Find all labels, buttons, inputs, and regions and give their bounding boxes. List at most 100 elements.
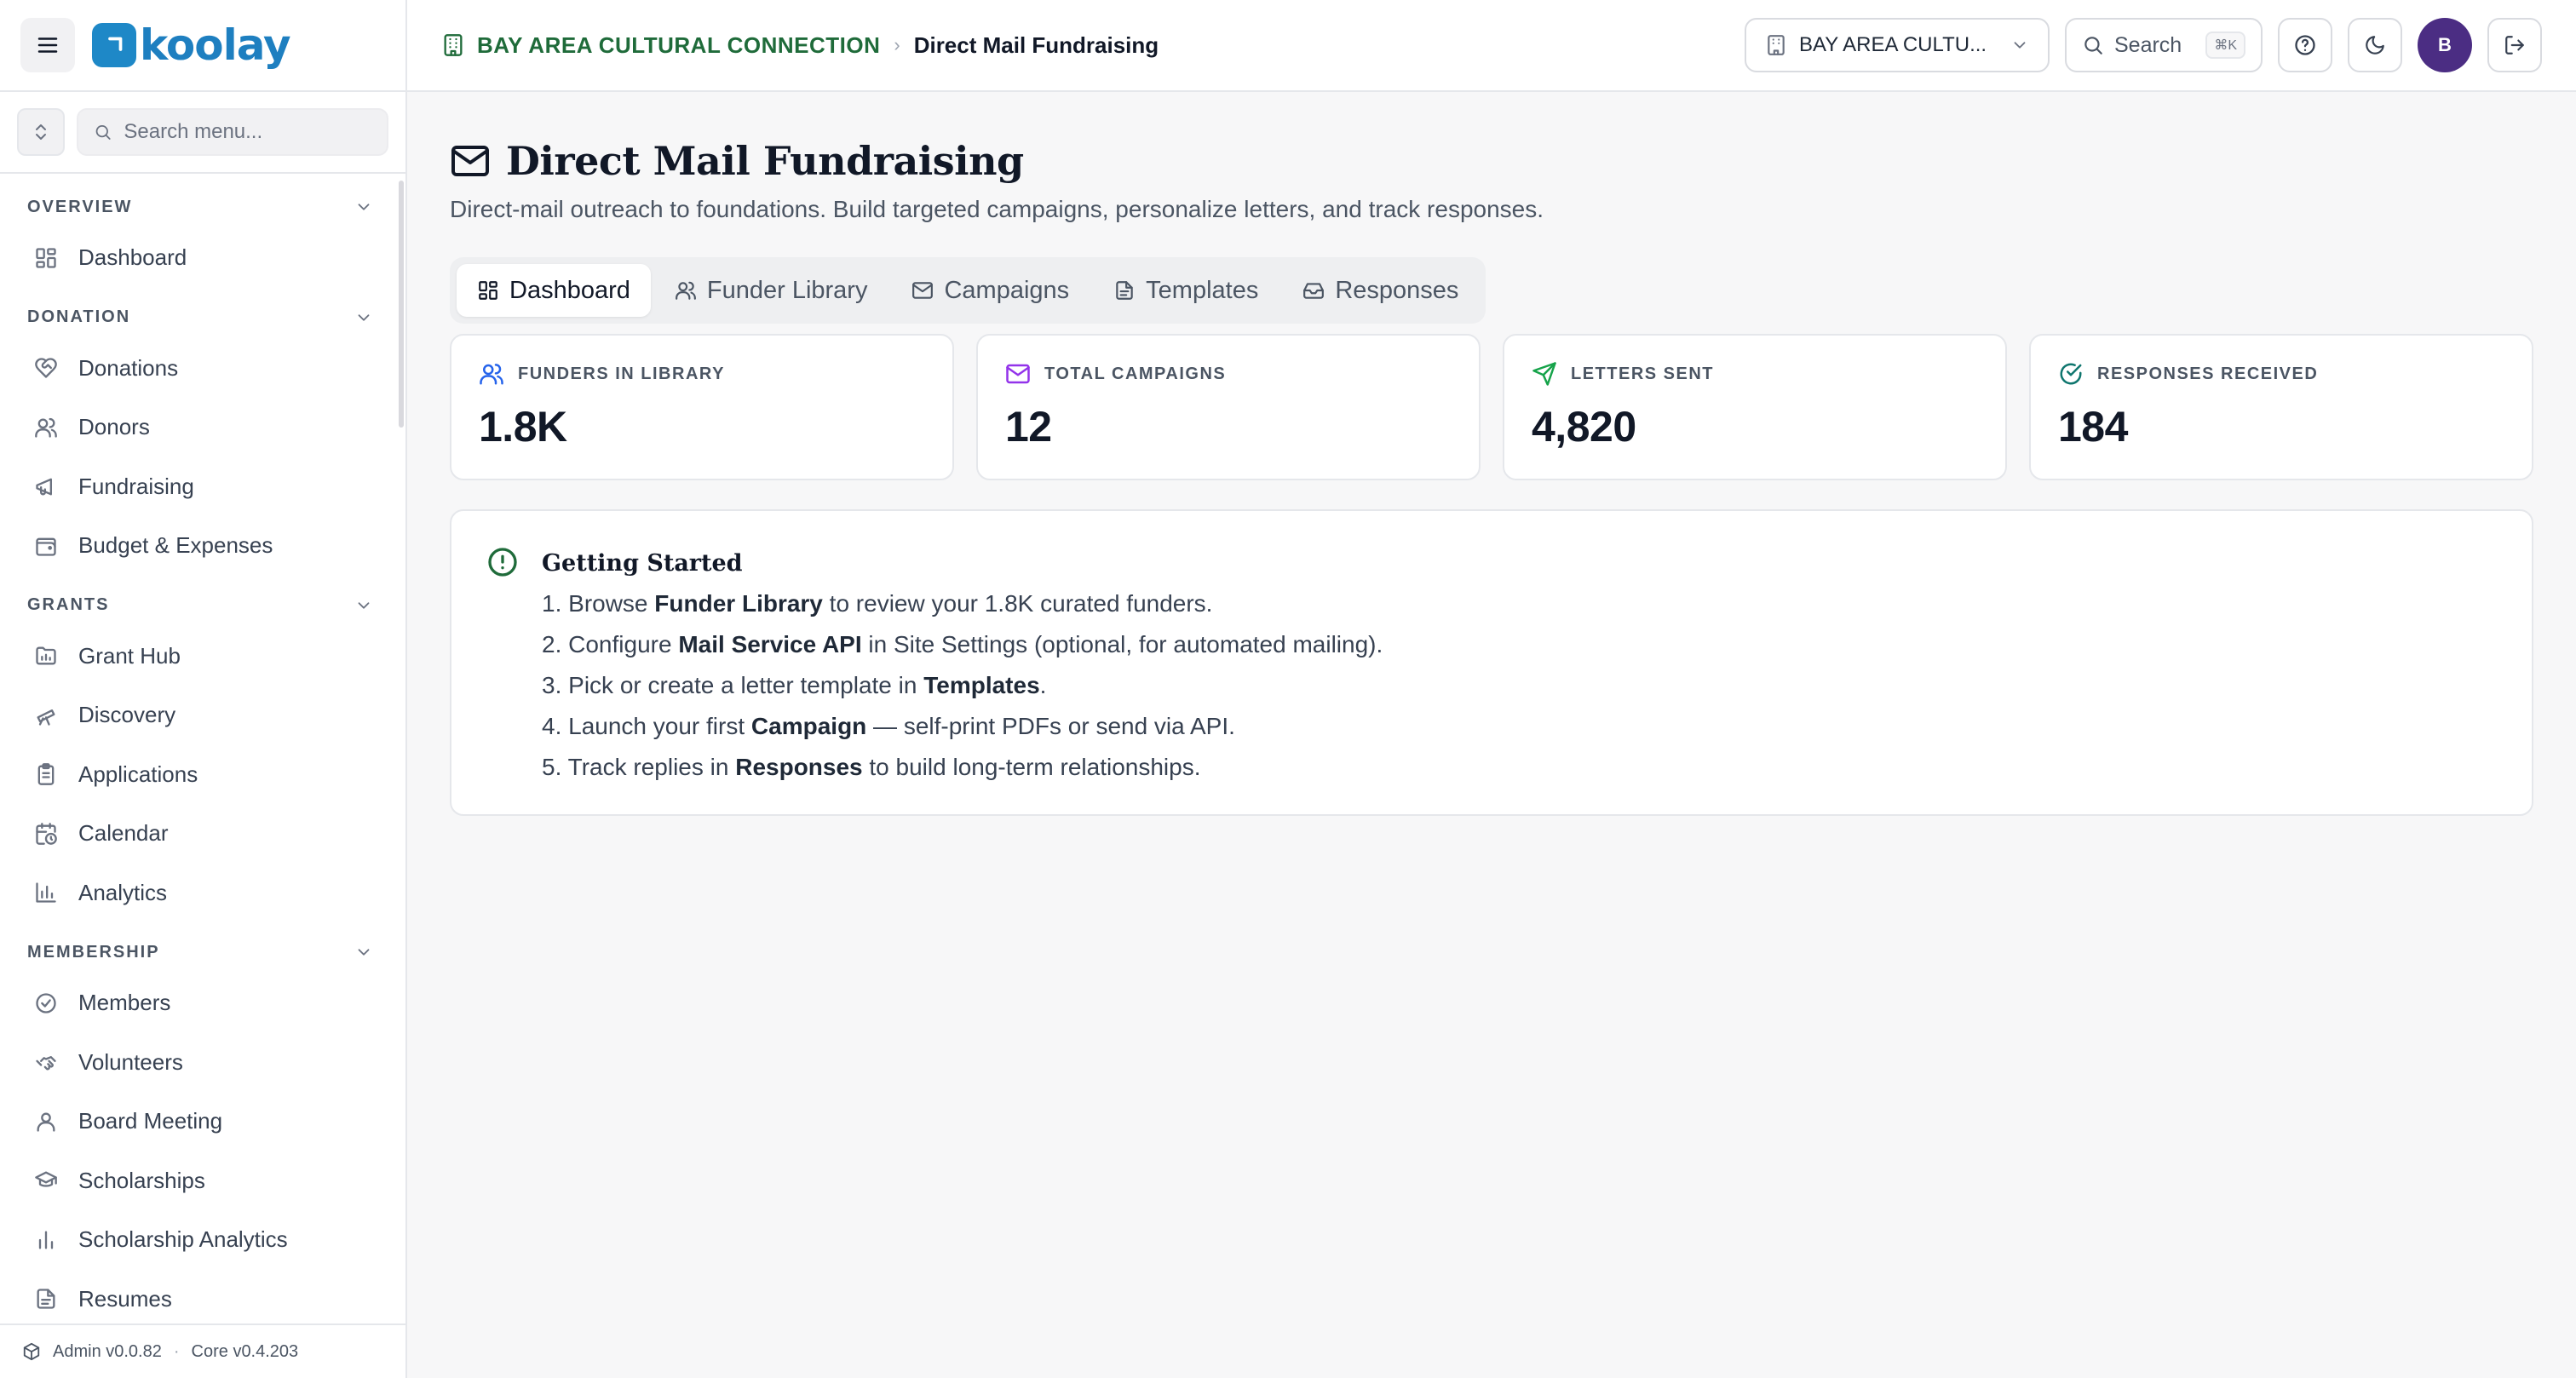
sidebar-item-members[interactable]: Members [0,973,405,1033]
sidebar-item-label: Scholarships [78,1167,205,1193]
sidebar-item-donors[interactable]: Donors [0,398,405,457]
sidebar-item-dashboard[interactable]: Dashboard [0,228,405,288]
sidebar-item-label: Discovery [78,702,176,728]
sidebar-item-fundraising[interactable]: Fundraising [0,457,405,517]
tab-dashboard[interactable]: Dashboard [457,264,651,317]
tab-funder-library[interactable]: Funder Library [654,264,888,317]
users-icon [35,417,57,438]
tab-label: Templates [1146,276,1259,304]
section-title: DONATION [27,307,131,326]
sidebar-item-budget-expenses[interactable]: Budget & Expenses [0,516,405,576]
sidebar-item-label: Dashboard [78,244,187,271]
info-alert-icon [486,545,520,780]
menu-toggle-button[interactable] [20,18,75,72]
sidebar-item-label: Donations [78,354,179,381]
stat-label: TOTAL CAMPAIGNS [1044,364,1227,383]
sidebar-item-scholarships[interactable]: Scholarships [0,1151,405,1211]
tab-templates[interactable]: Templates [1093,264,1279,317]
clipboard-icon [37,763,55,786]
step-link: Funder Library [654,590,823,617]
sidebar-item-volunteers[interactable]: Volunteers [0,1033,405,1093]
chevron-down-icon [358,601,370,609]
moon-icon [2366,36,2384,55]
sidebar-item-applications[interactable]: Applications [0,745,405,805]
search-icon [2084,37,2102,55]
getting-started-title: Getting Started [542,550,743,577]
sidebar-item-board-meeting[interactable]: Board Meeting [0,1092,405,1151]
file-icon [37,1289,55,1309]
breadcrumb-org[interactable]: BAY AREA CULTURAL CONNECTION [441,32,880,59]
folder-chart-icon [36,646,56,665]
stat-label: LETTERS SENT [1571,364,1715,383]
sidebar-item-label: Resumes [78,1285,172,1312]
organization-select-value: BAY AREA CULTU... [1799,33,1987,56]
collapse-sections-button[interactable] [17,108,65,156]
sidebar-item-resumes[interactable]: Resumes [0,1270,405,1329]
sidebar-item-donations[interactable]: Donations [0,339,405,399]
sidebar-scrollbar[interactable] [399,181,404,428]
theme-toggle-button[interactable] [2348,18,2402,72]
stat-value: 4,820 [1532,403,1636,451]
topbar-actions: BAY AREA CULTU... Search ⌘K B [1745,18,2542,72]
sidebar-item-analytics[interactable]: Analytics [0,864,405,923]
telescope-icon [37,709,55,726]
breadcrumb-current-page: Direct Mail Fundraising [913,32,1159,58]
tab-responses[interactable]: Responses [1282,264,1479,317]
stat-card-responses: RESPONSES RECEIVED 184 [2029,334,2533,480]
step-item: 5. Track replies in Responses to build l… [542,754,1201,780]
sidebar-search[interactable] [77,108,388,156]
stat-value: 184 [2058,403,2128,451]
section-header-overview[interactable]: OVERVIEW [0,186,405,228]
grid-icon [479,281,497,300]
file-text-icon [1116,281,1133,300]
organization-select[interactable]: BAY AREA CULTU... [1745,18,2050,72]
section-title: OVERVIEW [27,197,133,216]
check-circle-icon [2060,363,2082,385]
sidebar-item-discovery[interactable]: Discovery [0,686,405,745]
section-title: GRANTS [27,595,110,614]
brand-logo[interactable]: koolay [92,20,291,70]
breadcrumb: BAY AREA CULTURAL CONNECTION › Direct Ma… [441,32,1159,59]
page-subtitle: Direct-mail outreach to foundations. Bui… [450,196,1544,222]
breadcrumb-org-label: BAY AREA CULTURAL CONNECTION [477,32,881,58]
page-title: Direct Mail Fundraising [506,138,1024,184]
building-icon [444,34,463,56]
tab-label: Responses [1335,276,1459,304]
section-header-donation[interactable]: DONATION [0,296,405,339]
user-avatar[interactable]: B [2418,18,2472,72]
main-content: Direct Mail Fundraising Direct-mail outr… [407,92,2576,1378]
help-button[interactable] [2278,18,2332,72]
chevrons-up-down-icon [36,124,46,140]
sidebar-item-calendar[interactable]: Calendar [0,804,405,864]
sidebar: koolay OVERVIEW Dashboard DONATION Donat… [0,0,407,1378]
logout-icon [2505,36,2524,55]
sidebar-item-label: Budget & Expenses [78,532,273,559]
tab-label: Campaigns [944,276,1070,304]
sidebar-search-input[interactable] [124,120,371,144]
sidebar-header: koolay [0,0,405,92]
bar-chart-icon [38,1231,54,1249]
step-item: 1. Browse Funder Library to review your … [542,590,1213,617]
global-search-button[interactable]: Search ⌘K [2065,18,2263,72]
global-search-label: Search [2114,32,2182,57]
section-header-grants[interactable]: GRANTS [0,584,405,627]
tab-campaigns[interactable]: Campaigns [891,264,1090,317]
step-item: 2. Configure Mail Service API in Site Se… [542,631,1383,657]
stats-row: FUNDERS IN LIBRARY 1.8K TOTAL CAMPAIGNS … [450,334,2533,480]
page-header: Direct Mail Fundraising [450,138,2533,184]
sidebar-item-scholarship-analytics[interactable]: Scholarship Analytics [0,1210,405,1270]
package-icon [23,1342,40,1361]
bar-chart-icon [36,882,56,903]
stat-value: 1.8K [479,403,567,451]
admin-version: Admin v0.0.82 [53,1341,162,1361]
getting-started-panel: Getting Started 1. Browse Funder Library… [450,509,2533,816]
section-header-membership[interactable]: MEMBERSHIP [0,931,405,973]
building-icon [1768,35,1785,55]
sidebar-item-grant-hub[interactable]: Grant Hub [0,627,405,686]
logout-button[interactable] [2487,18,2542,72]
getting-started-steps: 1. Browse Funder Library to review your … [542,583,1383,788]
sidebar-item-label: Members [78,990,171,1016]
send-icon [1532,362,1556,386]
megaphone-icon [36,478,52,496]
help-circle-icon [2295,35,2315,55]
